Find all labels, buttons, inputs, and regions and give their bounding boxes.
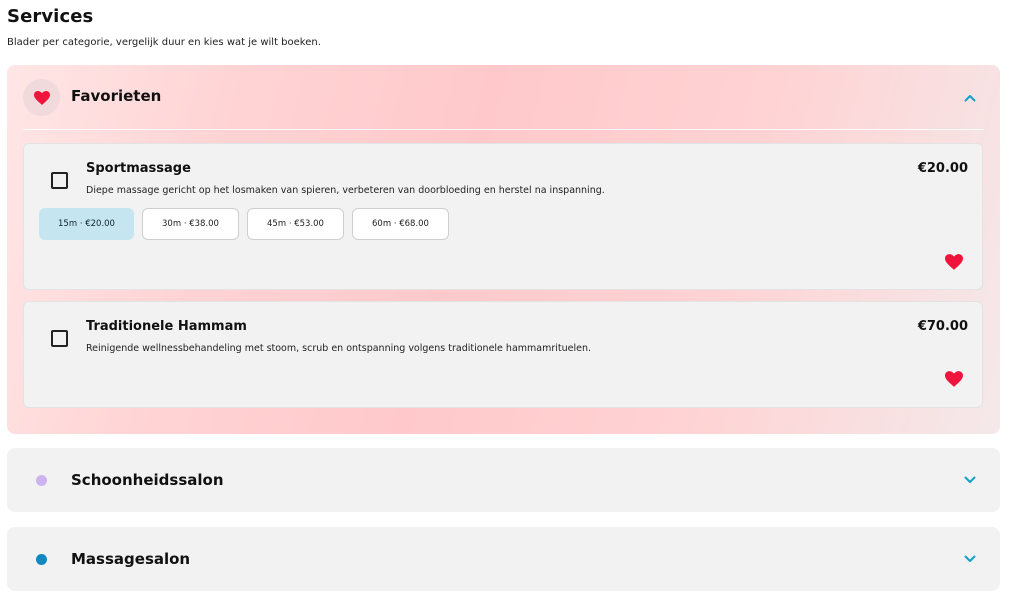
heart-icon bbox=[33, 90, 50, 105]
service-checkbox[interactable] bbox=[51, 172, 68, 189]
favorites-header[interactable]: Favorieten bbox=[7, 65, 1000, 130]
duration-option-15m[interactable]: 15m · €20.00 bbox=[39, 208, 134, 240]
category-schoonheidssalon[interactable]: Schoonheidssalon bbox=[7, 448, 1000, 512]
category-title: Massagesalon bbox=[71, 550, 191, 568]
service-description: Diepe massage gericht op het losmaken va… bbox=[86, 185, 605, 196]
page-subtitle: Blader per categorie, vergelijk duur en … bbox=[7, 37, 321, 48]
category-massagesalon[interactable]: Massagesalon bbox=[7, 527, 1000, 591]
service-card-sportmassage: Sportmassage €20.00 Diepe massage gerich… bbox=[23, 143, 983, 290]
service-name: Traditionele Hammam bbox=[86, 319, 247, 334]
duration-option-60m[interactable]: 60m · €68.00 bbox=[352, 208, 449, 240]
favorite-heart-icon[interactable] bbox=[945, 254, 963, 270]
chevron-up-icon[interactable] bbox=[960, 88, 980, 108]
chevron-down-icon[interactable] bbox=[960, 470, 980, 490]
service-description: Reinigende wellnessbehandeling met stoom… bbox=[86, 343, 592, 354]
duration-option-45m[interactable]: 45m · €53.00 bbox=[247, 208, 344, 240]
category-dot bbox=[36, 475, 47, 486]
duration-options: 15m · €20.00 30m · €38.00 45m · €53.00 6… bbox=[39, 208, 449, 240]
favorites-title: Favorieten bbox=[71, 87, 162, 105]
service-price: €20.00 bbox=[917, 161, 968, 176]
favorites-icon-badge bbox=[23, 79, 60, 116]
chevron-down-icon[interactable] bbox=[960, 549, 980, 569]
category-title: Schoonheidssalon bbox=[71, 471, 224, 489]
service-checkbox[interactable] bbox=[51, 330, 68, 347]
duration-option-30m[interactable]: 30m · €38.00 bbox=[142, 208, 239, 240]
service-name: Sportmassage bbox=[86, 161, 191, 176]
service-price: €70.00 bbox=[917, 319, 968, 334]
service-card-traditionele-hammam: Traditionele Hammam €70.00 Reinigende we… bbox=[23, 301, 983, 408]
category-dot bbox=[36, 554, 47, 565]
favorites-panel: Favorieten Sportmassage €20.00 Diepe mas… bbox=[7, 65, 1000, 434]
page-title: Services bbox=[7, 6, 94, 27]
favorite-heart-icon[interactable] bbox=[945, 371, 963, 387]
divider bbox=[23, 129, 984, 130]
